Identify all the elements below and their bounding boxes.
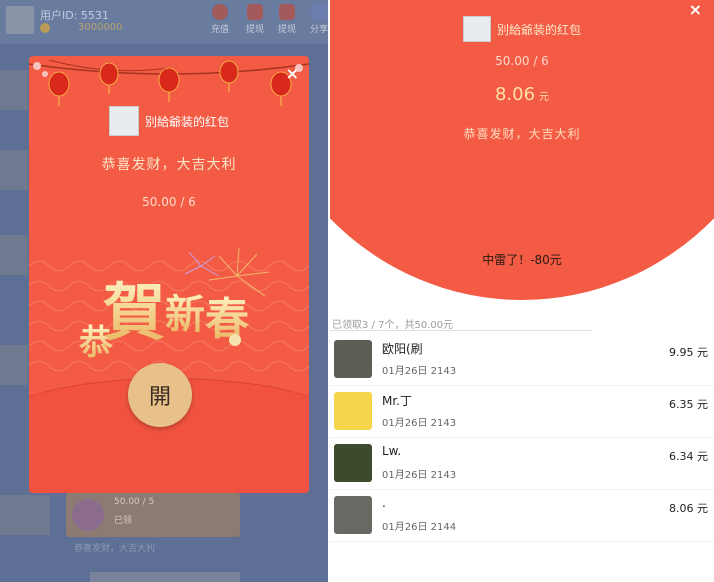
sender-row: 别給爺装的红包 — [29, 106, 309, 136]
list-item[interactable]: Lw. 01月26日 2143 6.34 元 — [330, 438, 714, 490]
share-button[interactable]: 分享 — [304, 4, 328, 35]
recharge-button[interactable]: 充值 — [205, 4, 235, 35]
balance-value: 3000000 — [78, 22, 123, 33]
claim-record-list: 欧阳(刷 01月26日 2143 9.95 元 Mr.丁 01月26日 2143… — [330, 334, 714, 542]
chat-avatar — [0, 495, 50, 535]
red-packet-open-screen: 用户ID: 5531 3000000 充值 提现 提现 分享 50.00 / 5… — [0, 0, 328, 582]
received-amount-unit: 元 — [539, 92, 550, 103]
calligraphy-decoration: 恭 賀 新 春 — [78, 276, 249, 363]
bottom-bar — [90, 572, 240, 582]
calligraphy-char-2: 賀 — [103, 276, 165, 349]
claimer-name: 欧阳(刷 — [382, 342, 423, 356]
message-amount: 50.00 / 5 — [114, 497, 155, 507]
user-avatar — [6, 6, 34, 34]
message-caption: 恭喜发财，大吉大利 — [74, 544, 156, 554]
received-amount-value: 8.06 — [494, 84, 536, 105]
app-header: 用户ID: 5531 3000000 充值 提现 提现 分享 — [0, 0, 328, 44]
packet-amount: 50.00 / 6 — [142, 195, 196, 209]
claim-time: 01月26日 2143 — [382, 366, 457, 377]
share-icon — [311, 4, 327, 20]
recharge-label: 充值 — [210, 25, 229, 35]
claim-amount: 6.34 元 — [669, 450, 708, 463]
list-item[interactable]: . 01月26日 2144 8.06 元 — [330, 490, 714, 542]
claim-time: 01月26日 2143 — [382, 418, 457, 429]
withdraw-icon — [279, 4, 295, 20]
calligraphy-char-3: 新 — [165, 291, 205, 338]
red-packet-modal: × 别給爺装的红包 恭喜发财，大吉大利 50.00 / 6 恭 賀 新 春 開 — [29, 56, 309, 493]
red-packet-message[interactable]: 50.00 / 5 已领 — [66, 493, 240, 537]
avatar — [334, 340, 372, 378]
sender-avatar — [462, 16, 491, 42]
packet-total: 50.00 / 6 — [495, 54, 549, 68]
chat-avatar — [0, 150, 28, 190]
avatar — [334, 392, 372, 430]
chat-avatar — [0, 345, 28, 385]
close-icon[interactable]: × — [286, 64, 299, 83]
chat-avatar — [0, 70, 28, 110]
recharge-icon — [212, 4, 228, 20]
sender-row: 别給爺装的红包 — [330, 16, 714, 42]
withdraw-label: 提现 — [245, 25, 264, 35]
coin-icon — [40, 23, 50, 33]
red-packet-detail-screen: × 别給爺装的红包 50.00 / 6 8.06 元 恭喜发财，大吉大利 中雷了！… — [330, 0, 714, 582]
claimer-name: Lw. — [382, 444, 402, 458]
claim-amount: 9.95 元 — [669, 346, 708, 359]
open-button[interactable]: 開 — [128, 363, 192, 427]
greeting-text: 恭喜发财，大吉大利 — [463, 127, 581, 141]
mine-result-text: 中雷了！-80元 — [482, 253, 562, 267]
avatar — [334, 444, 372, 482]
withdraw-icon — [247, 4, 263, 20]
user-id-label: 用户ID: 5531 — [40, 9, 109, 22]
list-item[interactable]: Mr.丁 01月26日 2143 6.35 元 — [330, 386, 714, 438]
received-amount: 8.06 元 — [330, 84, 714, 105]
claim-time: 01月26日 2143 — [382, 470, 457, 481]
sender-name: 别給爺装的红包 — [496, 22, 581, 37]
divider — [330, 330, 592, 331]
sender-avatar — [108, 106, 139, 136]
withdraw-label-2: 提现 — [277, 25, 296, 35]
sender-name: 别給爺装的红包 — [144, 114, 229, 129]
calligraphy-char-4: 春 — [205, 294, 249, 345]
withdraw-button-2[interactable]: 提现 — [272, 4, 302, 35]
message-status: 已领 — [114, 516, 133, 526]
share-label: 分享 — [309, 25, 328, 35]
claim-amount: 6.35 元 — [669, 398, 708, 411]
claimer-name: . — [382, 496, 386, 510]
claim-summary: 已领取3 / 7个，共50.00元 — [332, 320, 454, 331]
chat-avatar — [0, 235, 28, 275]
withdraw-button[interactable]: 提现 — [240, 4, 270, 35]
claim-amount: 8.06 元 — [669, 502, 708, 515]
claimer-name: Mr.丁 — [382, 394, 413, 408]
claim-time: 01月26日 2144 — [382, 522, 457, 533]
avatar — [334, 496, 372, 534]
greeting-text: 恭喜发财，大吉大利 — [101, 157, 237, 173]
list-item[interactable]: 欧阳(刷 01月26日 2143 9.95 元 — [330, 334, 714, 386]
packet-thumb-icon — [72, 499, 104, 531]
